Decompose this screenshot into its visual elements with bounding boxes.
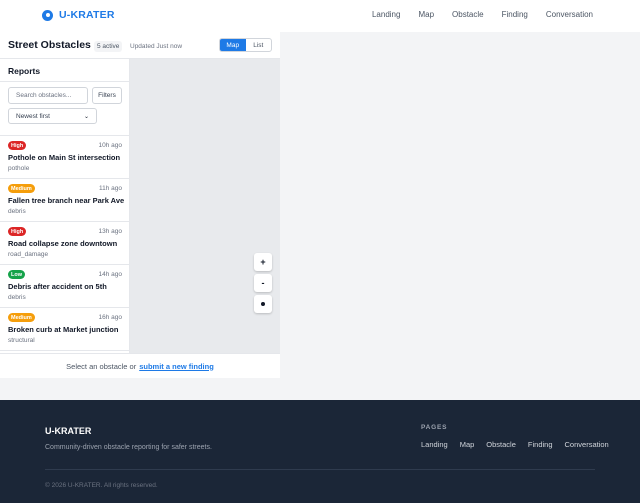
severity-badge: High (8, 227, 27, 236)
footer: U-KRATER Community-driven obstacle repor… (0, 400, 640, 503)
item-time: 10h ago (98, 142, 123, 149)
footer-tagline: Community-driven obstacle reporting for … (45, 444, 212, 451)
footer-link-obstacle[interactable]: Obstacle (486, 440, 516, 449)
list-view-button[interactable]: List (246, 39, 272, 51)
copyright: © 2026 U-KRATER. All rights reserved. (45, 482, 158, 489)
top-navbar: U-KRATER Landing Map Obstacle Finding Co… (0, 0, 640, 32)
item-title: Debris after accident on 5th (8, 282, 107, 291)
locate-icon (261, 302, 265, 306)
chevron-down-icon: ⌄ (83, 113, 89, 120)
item-time: 16h ago (98, 314, 123, 321)
updated-status: Updated Just now (130, 43, 183, 50)
item-category: debris (8, 208, 26, 215)
nav-link-map[interactable]: Map (418, 10, 434, 19)
list-item[interactable]: Low 14h ago Debris after accident on 5th… (0, 265, 129, 308)
item-time: 14h ago (98, 271, 123, 278)
nav-link-landing[interactable]: Landing (372, 10, 400, 19)
item-category: road_damage (8, 251, 49, 258)
nav-link-conversation[interactable]: Conversation (546, 10, 593, 19)
item-category: debris (8, 294, 26, 301)
severity-badge: High (8, 141, 27, 150)
selection-prompt: Select an obstacle or submit a new findi… (0, 353, 280, 378)
reports-sidebar: Reports Filters Newest first ⌄ High 10h … (0, 59, 130, 353)
item-title: Fallen tree branch near Park Ave (8, 196, 125, 205)
search-input[interactable] (8, 87, 88, 104)
nav-link-finding[interactable]: Finding (502, 10, 528, 19)
nav-link-obstacle[interactable]: Obstacle (452, 10, 484, 19)
reports-heading: Reports (8, 66, 41, 76)
list-item[interactable]: High 13h ago Road collapse zone downtown… (0, 222, 129, 265)
page-title: Street Obstacles (8, 39, 91, 51)
prompt-text: Select an obstacle or (66, 361, 137, 371)
footer-link-finding[interactable]: Finding (528, 440, 553, 449)
item-title: Broken curb at Market junction (8, 325, 119, 334)
zoom-in-button[interactable]: + (254, 253, 272, 271)
map-view-button[interactable]: Map (220, 39, 246, 51)
item-category: pothole (8, 165, 30, 172)
footer-links: Landing Map Obstacle Finding Conversatio… (421, 440, 609, 449)
footer-brand: U-KRATER (45, 426, 92, 436)
item-category: structural (8, 337, 35, 344)
footer-link-landing[interactable]: Landing (421, 440, 448, 449)
item-time: 13h ago (98, 228, 123, 235)
divider (45, 469, 595, 470)
list-item[interactable]: High 10h ago Pothole on Main St intersec… (0, 136, 129, 179)
zoom-out-button[interactable]: - (254, 274, 272, 292)
brand[interactable]: U-KRATER (42, 9, 115, 21)
footer-link-map[interactable]: Map (460, 440, 475, 449)
filters-button[interactable]: Filters (92, 87, 122, 104)
severity-badge: Low (8, 270, 25, 279)
item-title: Pothole on Main St intersection (8, 153, 121, 162)
brand-name: U-KRATER (59, 9, 115, 21)
item-time: 11h ago (98, 185, 122, 192)
sort-select[interactable]: Newest first ⌄ (8, 108, 97, 124)
view-toggle: Map List (219, 38, 272, 52)
item-title: Road collapse zone downtown (8, 239, 118, 248)
nav-links: Landing Map Obstacle Finding Conversatio… (372, 10, 593, 19)
severity-badge: Medium (8, 313, 35, 322)
footer-pages-heading: PAGES (421, 424, 448, 431)
submit-finding-link[interactable]: submit a new finding (139, 362, 214, 371)
logo-icon (42, 9, 53, 21)
list-item[interactable]: Medium 11h ago Fallen tree branch near P… (0, 179, 129, 222)
list-item[interactable]: Medium 16h ago Broken curb at Market jun… (0, 308, 129, 351)
severity-badge: Medium (8, 184, 35, 193)
locate-button[interactable] (254, 295, 272, 313)
sort-select-value: Newest first (16, 112, 50, 120)
footer-link-conversation[interactable]: Conversation (565, 440, 609, 449)
active-count-badge: 5 active (94, 41, 123, 52)
divider (0, 81, 129, 82)
